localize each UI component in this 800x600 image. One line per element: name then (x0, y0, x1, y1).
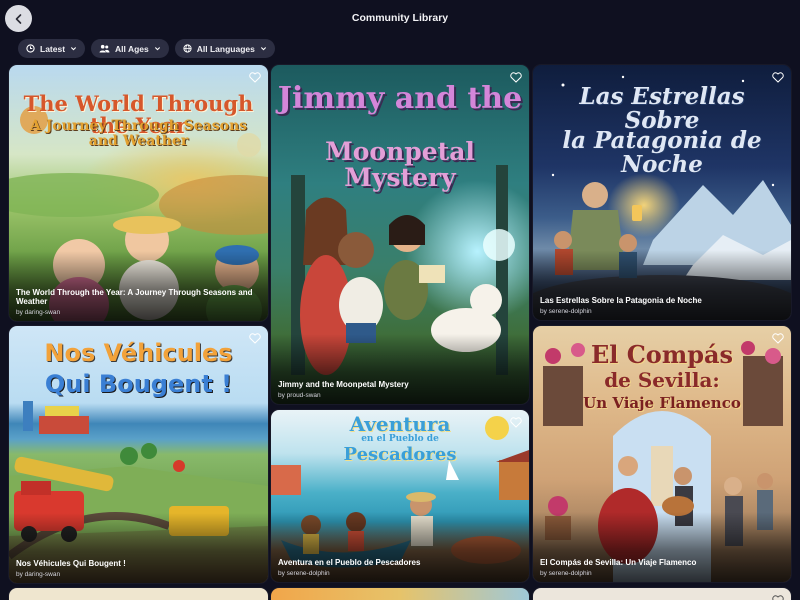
book-card-partial[interactable] (9, 588, 268, 600)
age-filter-label: All Ages (115, 43, 149, 54)
book-title: Aventura en el Pueblo de Pescadores (278, 558, 421, 568)
cover-title-line2: Moonpetal Mystery (325, 137, 475, 193)
cover-title-line1: Nos Véhicules (44, 339, 233, 367)
heart-icon[interactable] (248, 331, 262, 345)
book-info: Aventura en el Pueblo de Pescadores by s… (278, 558, 522, 577)
age-filter-chip[interactable]: All Ages (91, 39, 169, 58)
book-author: by daring-swan (16, 309, 61, 316)
book-card-partial[interactable] (271, 588, 529, 600)
language-filter-chip[interactable]: All Languages (174, 39, 275, 58)
chevron-down-icon (70, 47, 77, 51)
cover-title-line2: Un Viaje Flamenco (583, 394, 741, 412)
book-author: by serene-dolphin (278, 570, 330, 577)
book-info: Jimmy and the Moonpetal Mystery by proud… (278, 380, 522, 399)
cover-title-line1: Jimmy and the (277, 81, 523, 116)
book-info: Nos Véhicules Qui Bougent ! by daring-sw… (16, 559, 261, 578)
cover-title-line1: Aventura (349, 412, 451, 436)
sort-filter-label: Latest (40, 43, 66, 54)
book-info: The World Through the Year: A Journey Th… (16, 288, 261, 316)
book-title: Nos Véhicules Qui Bougent ! (16, 559, 126, 569)
globe-icon (183, 44, 192, 53)
book-info: Las Estrellas Sobre la Patagonia de Noch… (540, 296, 784, 315)
cover-title-line2: A Journey Through Seasons and Weather (29, 118, 248, 149)
book-author: by proud-swan (278, 392, 321, 399)
book-title: El Compás de Sevilla: Un Viaje Flamenco (540, 558, 697, 568)
heart-icon[interactable] (771, 593, 785, 600)
book-card[interactable]: Nos Véhicules Qui Bougent ! Nos Véhicule… (9, 326, 268, 583)
users-icon (99, 44, 110, 53)
chevron-down-icon (260, 47, 266, 51)
cover-title-line2: la Patagonia de Noche (562, 127, 762, 179)
heart-icon[interactable] (771, 70, 785, 84)
heart-icon[interactable] (509, 415, 523, 429)
community-library-screen: Community Library Latest All Ages All La… (0, 0, 800, 600)
cover-title-line2: Qui Bougent ! (44, 370, 233, 398)
book-card[interactable]: Las Estrellas Sobre la Patagonia de Noch… (533, 65, 791, 320)
book-card[interactable]: Jimmy and the Moonpetal Mystery Jimmy an… (271, 65, 529, 404)
book-author: by serene-dolphin (540, 570, 592, 577)
book-card-partial[interactable] (533, 588, 791, 600)
cover-title-line-mid: de Sevilla: (604, 368, 720, 392)
book-card[interactable]: El Compás de Sevilla: Un Viaje Flamenco … (533, 326, 791, 582)
heart-icon[interactable] (771, 331, 785, 345)
heart-icon[interactable] (248, 70, 262, 84)
book-author: by serene-dolphin (540, 308, 592, 315)
cover-title-line2: Pescadores (343, 444, 457, 465)
heart-icon[interactable] (509, 70, 523, 84)
book-author: by daring-swan (16, 571, 61, 578)
book-card[interactable]: Aventura en el Pueblo de Pescadores Aven… (271, 410, 529, 582)
sort-filter-chip[interactable]: Latest (18, 39, 86, 58)
book-title: Las Estrellas Sobre la Patagonia de Noch… (540, 296, 702, 306)
filter-bar: Latest All Ages All Languages (18, 39, 275, 58)
book-card[interactable]: The World Through the Year A Journey Thr… (9, 65, 268, 321)
language-filter-label: All Languages (196, 43, 255, 54)
clock-icon (26, 44, 35, 53)
cover-title-line1: El Compás (590, 340, 734, 369)
book-title: Jimmy and the Moonpetal Mystery (278, 380, 409, 390)
book-title: The World Through the Year: A Journey Th… (16, 287, 253, 307)
book-info: El Compás de Sevilla: Un Viaje Flamenco … (540, 558, 784, 577)
page-title: Community Library (351, 12, 449, 24)
chevron-down-icon (154, 47, 160, 51)
